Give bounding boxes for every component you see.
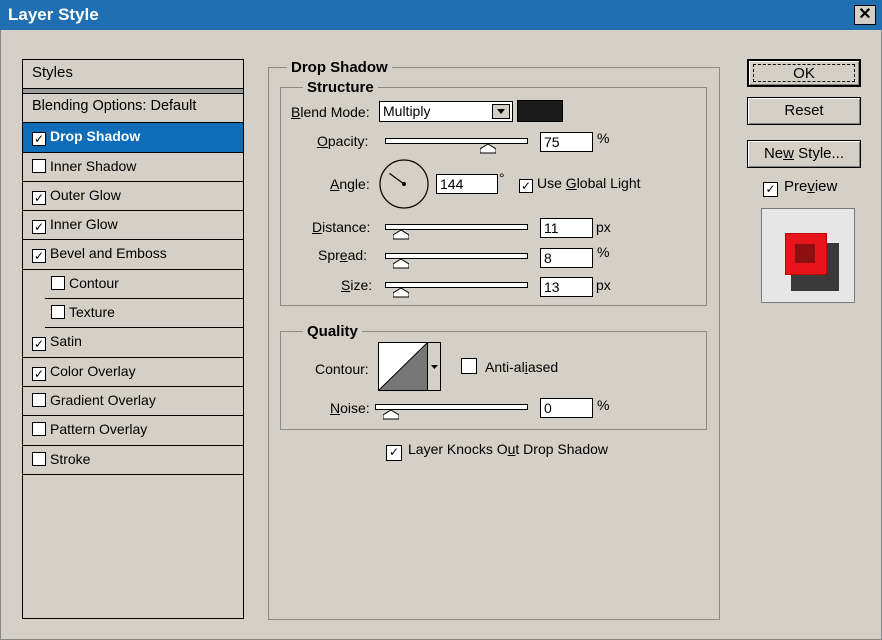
blend-mode-label: Blend Mode:	[291, 104, 370, 120]
window-title: Layer Style	[8, 5, 99, 24]
checkbox-icon[interactable]	[32, 158, 46, 173]
blending-options-item[interactable]: Blending Options: Default	[23, 94, 243, 124]
style-item-drop-shadow[interactable]: ✓ Drop Shadow	[23, 123, 243, 153]
checkbox-icon[interactable]	[32, 392, 46, 407]
spread-unit: %	[597, 244, 610, 260]
opacity-input[interactable]: 75	[540, 132, 593, 152]
checkbox-icon[interactable]	[51, 305, 65, 320]
contour-dropdown-icon[interactable]	[427, 343, 440, 390]
angle-unit: °	[499, 170, 505, 186]
style-item-label: Texture	[69, 304, 115, 321]
drop-shadow-title: Drop Shadow	[287, 59, 392, 76]
style-item-label: Gradient Overlay	[50, 391, 156, 408]
preview-inner	[795, 244, 815, 263]
angle-dial[interactable]	[378, 158, 430, 210]
noise-label: Noise:	[330, 400, 370, 416]
checkbox-icon: ✓	[519, 179, 533, 193]
style-item-gradient-overlay[interactable]: Gradient Overlay	[23, 387, 243, 417]
contour-picker[interactable]	[378, 342, 441, 391]
style-item-label: Bevel and Emboss	[50, 245, 167, 262]
ok-button[interactable]: OK	[747, 59, 861, 87]
style-item-pattern-overlay[interactable]: Pattern Overlay	[23, 416, 243, 446]
style-item-contour[interactable]: Contour	[45, 270, 243, 300]
checkbox-icon[interactable]: ✓	[32, 366, 46, 381]
new-style-button[interactable]: New Style...	[747, 140, 861, 168]
styles-list: Styles Blending Options: Default ✓ Drop S…	[22, 59, 244, 619]
checkbox-icon: ✓	[763, 182, 778, 197]
reset-button[interactable]: Reset	[747, 97, 861, 125]
contour-label: Contour:	[315, 361, 369, 377]
contour-linear-icon	[379, 343, 427, 390]
size-label: Size:	[341, 277, 373, 293]
title-bar: Layer Style ✕	[0, 0, 882, 30]
quality-title: Quality	[303, 323, 362, 340]
checkbox-icon[interactable]: ✓	[32, 220, 46, 235]
style-item-label: Color Overlay	[50, 362, 136, 379]
distance-label: Distance:	[312, 219, 371, 235]
noise-unit: %	[597, 397, 610, 413]
close-button[interactable]: ✕	[854, 5, 876, 25]
opacity-label: Opacity:	[317, 133, 369, 149]
style-item-label: Satin	[50, 333, 82, 350]
angle-label: Angle:	[330, 176, 370, 192]
noise-input[interactable]: 0	[540, 398, 593, 418]
checkbox-icon[interactable]: ✓	[32, 337, 46, 352]
angle-input[interactable]: 144	[436, 174, 498, 194]
preview-checkbox[interactable]: ✓ Preview	[763, 178, 837, 197]
spread-input[interactable]: 8	[540, 248, 593, 268]
blend-mode-value: Multiply	[383, 103, 431, 119]
style-item-outer-glow[interactable]: ✓ Outer Glow	[23, 182, 243, 212]
close-icon: ✕	[858, 6, 872, 23]
checkbox-icon[interactable]: ✓	[32, 132, 46, 147]
anti-aliased-checkbox[interactable]: Anti-aliased	[461, 358, 558, 375]
checkbox-icon	[461, 358, 477, 374]
opacity-slider[interactable]	[385, 138, 528, 144]
style-item-inner-glow[interactable]: ✓ Inner Glow	[23, 211, 243, 241]
style-item-label: Drop Shadow	[50, 128, 141, 145]
style-item-inner-shadow[interactable]: Inner Shadow	[23, 153, 243, 182]
style-item-label: Contour	[69, 274, 119, 291]
checkbox-icon[interactable]	[32, 422, 46, 437]
distance-input[interactable]: 11	[540, 218, 593, 238]
shadow-color-swatch[interactable]	[517, 100, 563, 122]
use-global-light-checkbox[interactable]: ✓ Use Global Light	[519, 175, 641, 193]
style-preview-thumbnail	[761, 208, 855, 303]
style-item-bevel-and-emboss[interactable]: ✓ Bevel and Emboss	[23, 240, 243, 270]
style-item-label: Inner Glow	[50, 216, 118, 233]
checkbox-icon[interactable]: ✓	[32, 190, 46, 205]
checkbox-icon[interactable]	[32, 451, 46, 466]
style-item-color-overlay[interactable]: ✓ Color Overlay	[23, 358, 243, 387]
opacity-unit: %	[597, 130, 610, 146]
styles-header[interactable]: Styles	[23, 60, 243, 89]
size-input[interactable]: 13	[540, 277, 593, 297]
checkbox-icon[interactable]: ✓	[32, 249, 46, 264]
style-item-label: Stroke	[50, 450, 91, 467]
style-item-stroke[interactable]: Stroke	[23, 446, 243, 475]
size-unit: px	[596, 277, 611, 293]
layer-knocks-out-checkbox[interactable]: ✓ Layer Knocks Out Drop Shadow	[386, 441, 608, 461]
spread-label: Spread:	[318, 247, 368, 263]
style-item-label: Outer Glow	[50, 186, 121, 203]
style-item-texture[interactable]: Texture	[45, 299, 243, 329]
distance-unit: px	[596, 219, 611, 235]
style-item-satin[interactable]: ✓ Satin	[23, 328, 243, 358]
checkbox-icon[interactable]	[51, 275, 65, 290]
style-item-label: Pattern Overlay	[50, 421, 148, 438]
checkbox-icon: ✓	[386, 445, 402, 461]
dropdown-arrow-icon	[492, 104, 510, 119]
blend-mode-select[interactable]: Multiply	[379, 101, 513, 122]
structure-title: Structure	[303, 79, 378, 96]
style-item-label: Inner Shadow	[50, 157, 137, 174]
